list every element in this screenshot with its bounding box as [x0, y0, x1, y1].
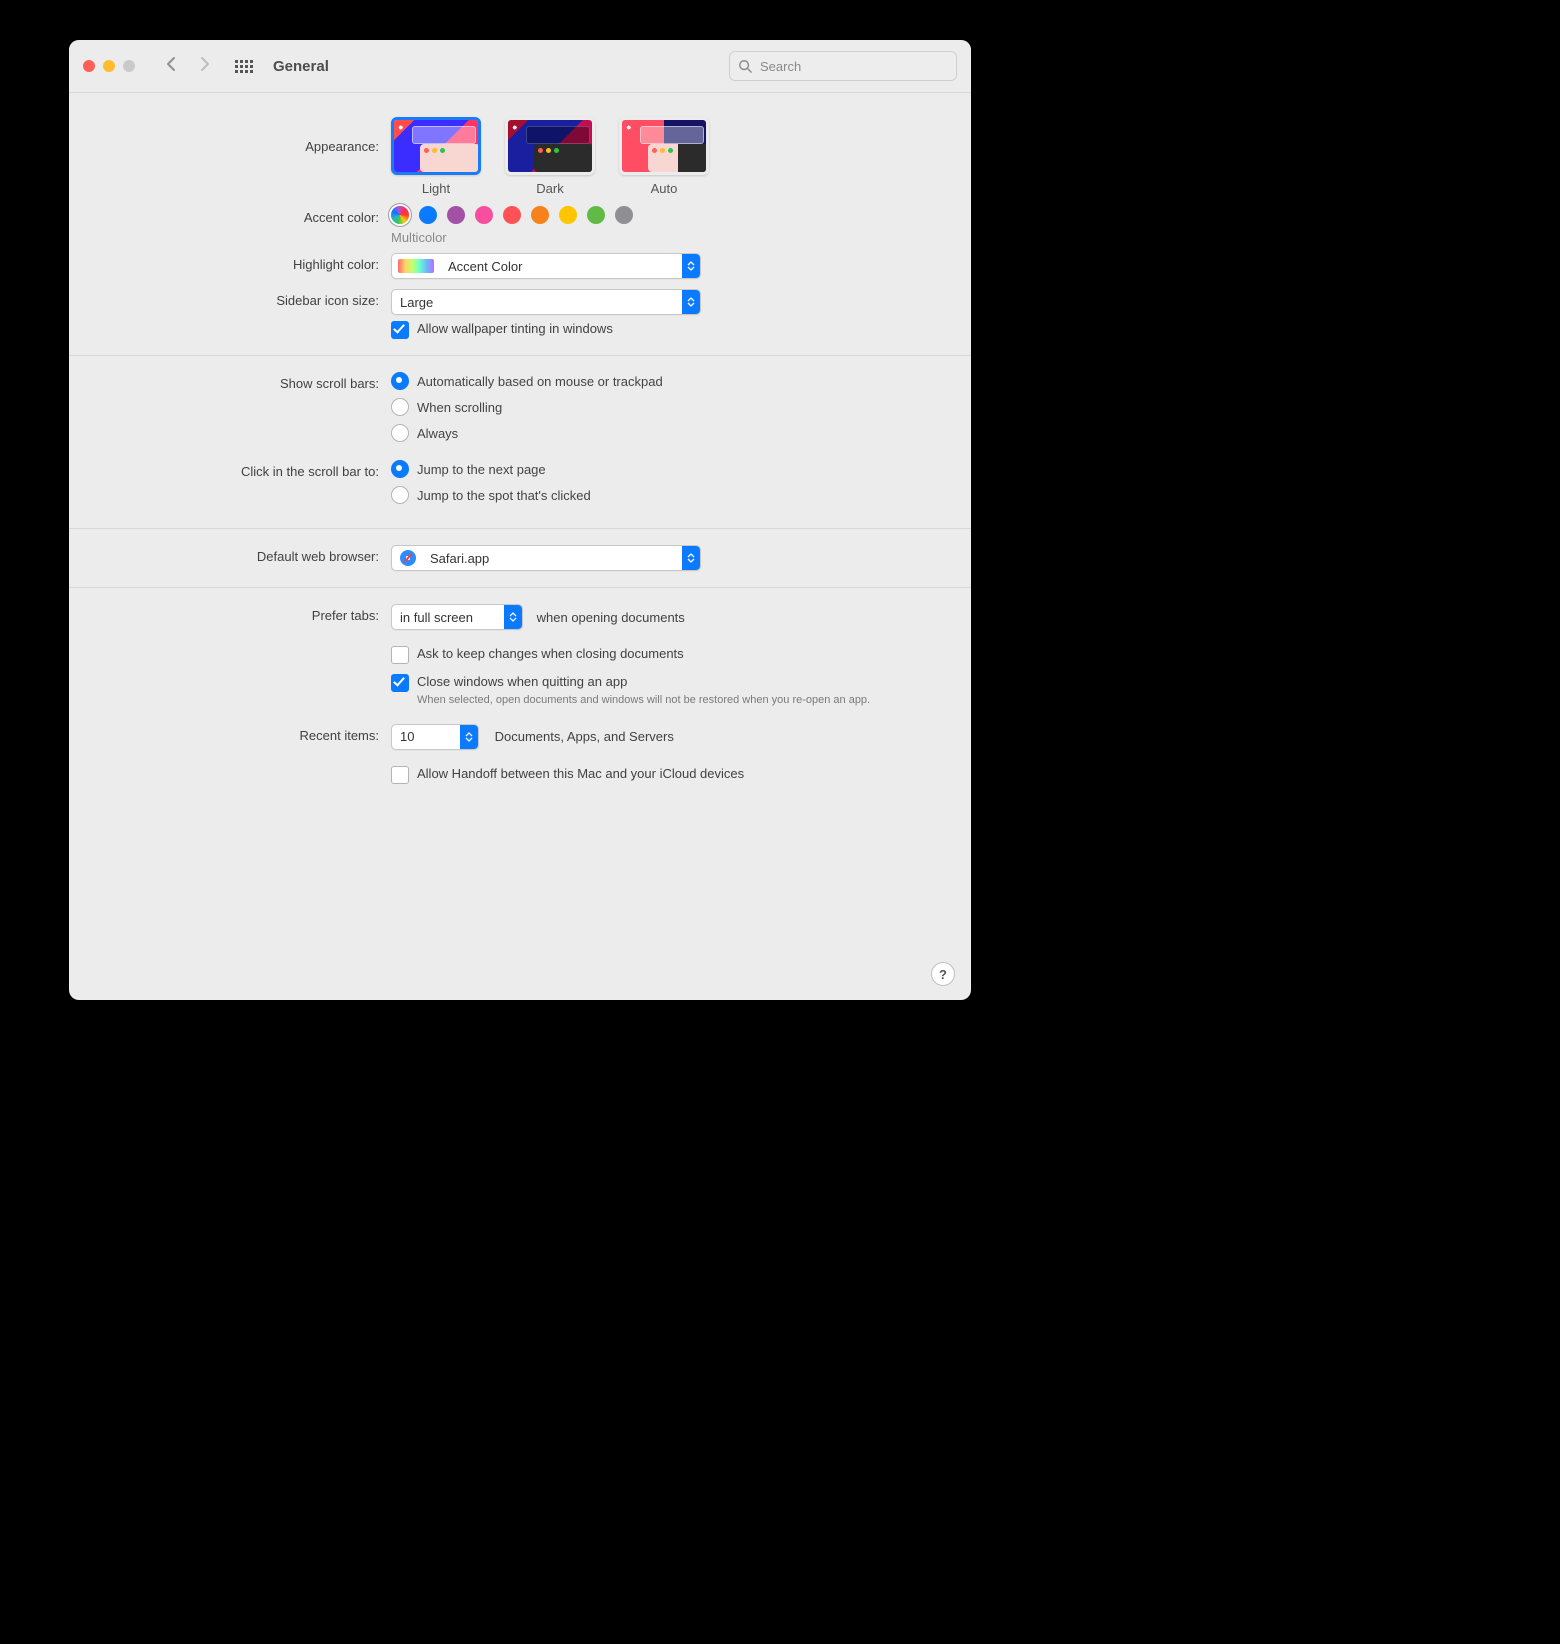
sidebar-size-popup[interactable]: Large	[391, 289, 701, 315]
scrollbars-auto-radio[interactable]	[391, 372, 409, 390]
divider	[69, 355, 971, 356]
prefertabs-popup[interactable]: in full screen	[391, 604, 523, 630]
scrollbars-always-label: Always	[417, 426, 458, 441]
scrollclick-page-label: Jump to the next page	[417, 462, 546, 477]
close-window-button[interactable]	[83, 60, 95, 72]
scrollbars-label: Show scroll bars:	[89, 372, 391, 391]
accent-multicolor[interactable]	[391, 206, 409, 224]
appearance-thumb-dark: 🟏	[505, 117, 595, 175]
nav-buttons	[165, 56, 211, 77]
popup-stepper-icon	[682, 546, 700, 570]
accent-green[interactable]	[587, 206, 605, 224]
minimize-window-button[interactable]	[103, 60, 115, 72]
page-title: General	[273, 58, 329, 75]
appearance-option-light[interactable]: 🟏 Light	[391, 117, 481, 196]
prefertabs-label: Prefer tabs:	[89, 604, 391, 623]
handoff-label: Allow Handoff between this Mac and your …	[417, 766, 744, 781]
accent-graphite[interactable]	[615, 206, 633, 224]
scrollclick-label: Click in the scroll bar to:	[89, 460, 391, 479]
appearance-option-auto[interactable]: 🟏 Auto	[619, 117, 709, 196]
scrollbars-scrolling-label: When scrolling	[417, 400, 502, 415]
appearance-label: Appearance:	[89, 117, 391, 154]
close-on-quit-hint: When selected, open documents and window…	[417, 693, 870, 708]
highlight-swatch-icon	[398, 259, 434, 273]
popup-stepper-icon	[682, 254, 700, 278]
accent-purple[interactable]	[447, 206, 465, 224]
sidebar-size-value: Large	[392, 295, 682, 310]
appearance-caption-dark: Dark	[505, 181, 595, 196]
ask-keep-changes-checkbox[interactable]	[391, 646, 409, 664]
divider	[69, 528, 971, 529]
appearance-option-dark[interactable]: 🟏 Dark	[505, 117, 595, 196]
divider	[69, 587, 971, 588]
highlight-value: Accent Color	[440, 259, 682, 274]
wallpaper-tint-label: Allow wallpaper tinting in windows	[417, 321, 613, 336]
accent-pink[interactable]	[475, 206, 493, 224]
scrollbars-auto-label: Automatically based on mouse or trackpad	[417, 374, 663, 389]
accent-orange[interactable]	[531, 206, 549, 224]
safari-icon	[400, 550, 416, 566]
popup-stepper-icon	[504, 605, 522, 629]
scrollbars-always-radio[interactable]	[391, 424, 409, 442]
chevron-right-icon	[199, 56, 211, 72]
scrollclick-spot-radio[interactable]	[391, 486, 409, 504]
help-button[interactable]: ?	[931, 962, 955, 986]
titlebar: General	[69, 40, 971, 93]
recent-label: Recent items:	[89, 724, 391, 743]
accent-yellow[interactable]	[559, 206, 577, 224]
zoom-window-button[interactable]	[123, 60, 135, 72]
search-icon	[738, 59, 752, 73]
window-controls	[83, 60, 135, 72]
show-all-button[interactable]	[235, 60, 253, 73]
recent-suffix: Documents, Apps, and Servers	[495, 729, 674, 744]
ask-keep-changes-label: Ask to keep changes when closing documen…	[417, 646, 684, 661]
highlight-label: Highlight color:	[89, 253, 391, 272]
prefertabs-suffix: when opening documents	[537, 610, 685, 625]
scrollclick-page-radio[interactable]	[391, 460, 409, 478]
appearance-thumb-light: 🟏	[391, 117, 481, 175]
scrollclick-spot-label: Jump to the spot that's clicked	[417, 488, 591, 503]
prefertabs-value: in full screen	[392, 610, 504, 625]
accent-red[interactable]	[503, 206, 521, 224]
highlight-popup[interactable]: Accent Color	[391, 253, 701, 279]
appearance-thumb-auto: 🟏	[619, 117, 709, 175]
back-button[interactable]	[165, 56, 177, 77]
preferences-window: General Appearance: 🟏 L	[69, 40, 971, 1000]
wallpaper-tint-checkbox[interactable]	[391, 321, 409, 339]
scrollbars-scrolling-radio[interactable]	[391, 398, 409, 416]
close-on-quit-checkbox[interactable]	[391, 674, 409, 692]
browser-label: Default web browser:	[89, 545, 391, 564]
chevron-left-icon	[165, 56, 177, 72]
popup-stepper-icon	[682, 290, 700, 314]
handoff-checkbox[interactable]	[391, 766, 409, 784]
accent-caption: Multicolor	[391, 230, 951, 245]
recent-popup[interactable]: 10	[391, 724, 479, 750]
browser-popup[interactable]: Safari.app	[391, 545, 701, 571]
close-on-quit-label: Close windows when quitting an app	[417, 674, 627, 689]
forward-button[interactable]	[199, 56, 211, 77]
search-field[interactable]	[729, 51, 957, 81]
appearance-caption-light: Light	[391, 181, 481, 196]
recent-value: 10	[392, 729, 460, 744]
accent-blue[interactable]	[419, 206, 437, 224]
appearance-caption-auto: Auto	[619, 181, 709, 196]
popup-stepper-icon	[460, 725, 478, 749]
help-icon: ?	[939, 967, 947, 982]
search-input[interactable]	[758, 58, 948, 75]
accent-label: Accent color:	[89, 206, 391, 225]
sidebar-label: Sidebar icon size:	[89, 289, 391, 308]
browser-value: Safari.app	[422, 551, 682, 566]
